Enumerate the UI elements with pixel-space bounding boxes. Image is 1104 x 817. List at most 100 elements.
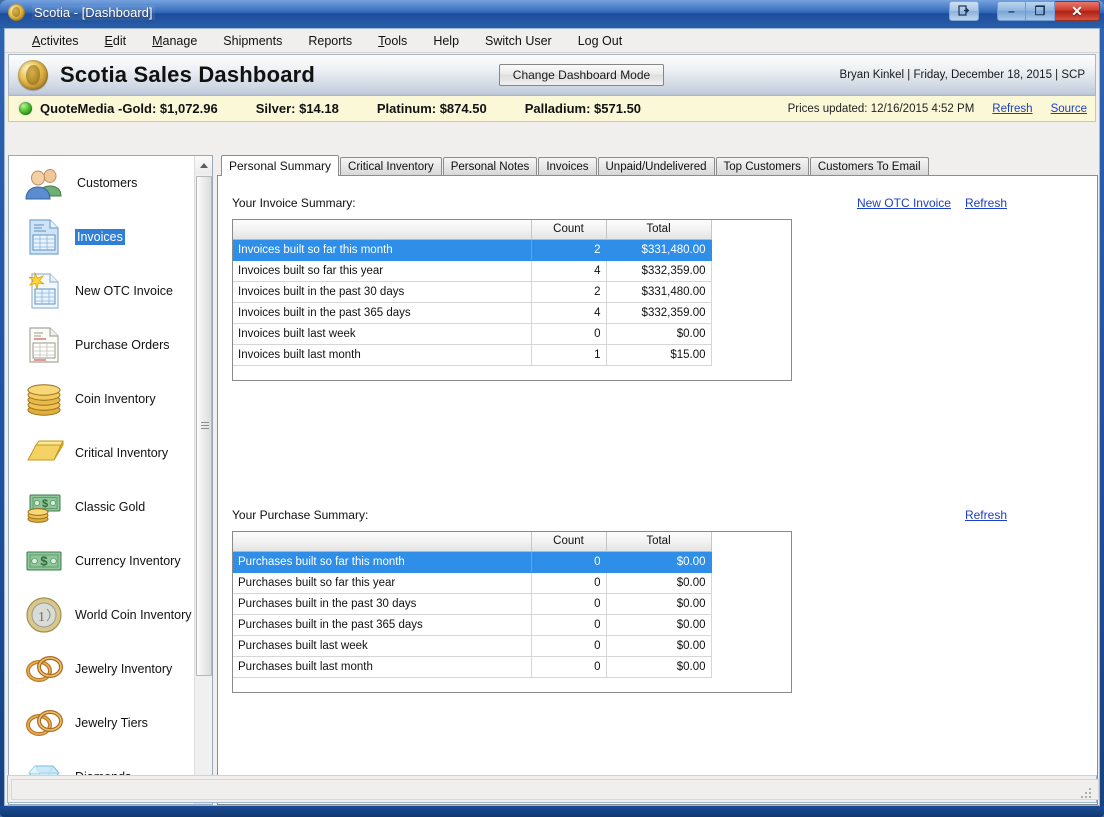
- purchase-order-icon: [23, 324, 65, 366]
- sidebar-item-jewelry-tiers[interactable]: Jewelry Tiers: [9, 696, 192, 750]
- navigation-sidebar: Customers Invoices New OTC Invoice Purch…: [8, 155, 213, 805]
- table-row[interactable]: Purchases built last week 0 $0.00: [233, 635, 712, 657]
- client-area: Activites Edit Manage Shipments Reports …: [4, 28, 1100, 806]
- main-panel: Personal Summary Critical Inventory Pers…: [217, 155, 1098, 805]
- sidebar-item-invoices[interactable]: Invoices: [9, 210, 192, 264]
- menu-activites-label: ctivites: [40, 33, 79, 48]
- sidebar-item-label: Jewelry Tiers: [75, 716, 148, 730]
- tab-panel-personal-summary: Your Invoice Summary: New OTC Invoice Re…: [217, 175, 1098, 805]
- maximize-button[interactable]: ❐: [1026, 1, 1055, 21]
- sidebar-item-label: World Coin Inventory: [75, 608, 192, 622]
- invoice-summary-links: New OTC Invoice Refresh: [857, 196, 1007, 210]
- row-count: 4: [531, 260, 607, 282]
- new-otc-invoice-link[interactable]: New OTC Invoice: [857, 196, 951, 210]
- col-header-count: Count: [531, 220, 607, 240]
- table-row[interactable]: Invoices built so far this month 2 $331,…: [233, 239, 712, 261]
- invoice-summary-table: Count Total Invoices built so far this m…: [233, 220, 712, 366]
- status-bar: [7, 775, 1099, 803]
- menu-log-out[interactable]: Log Out: [565, 31, 635, 51]
- menu-reports[interactable]: Reports: [295, 31, 365, 51]
- row-total: $0.00: [606, 593, 712, 615]
- purchase-summary-heading: Your Purchase Summary:: [232, 508, 369, 522]
- row-total: $0.00: [606, 656, 712, 678]
- table-row[interactable]: Purchases built so far this year 0 $0.00: [233, 572, 712, 594]
- minimize-button[interactable]: –: [997, 1, 1026, 21]
- green-status-led: [19, 102, 32, 115]
- row-label: Invoices built last week: [233, 323, 532, 345]
- purchase-summary-table: Count Total Purchases built so far this …: [233, 532, 712, 678]
- table-row[interactable]: Invoices built last week 0 $0.00: [233, 323, 712, 345]
- menu-help[interactable]: Help: [420, 31, 472, 51]
- menu-manage-label: anage: [162, 33, 198, 48]
- tab-invoices[interactable]: Invoices: [538, 157, 597, 176]
- row-label: Invoices built so far this month: [233, 239, 532, 261]
- table-row[interactable]: Purchases built in the past 365 days 0 $…: [233, 614, 712, 636]
- purchase-refresh-link[interactable]: Refresh: [965, 508, 1007, 522]
- metals-price-ticker: QuoteMedia - Gold: $1,072.96 Silver: $14…: [8, 96, 1096, 122]
- tab-unpaid-undelivered[interactable]: Unpaid/Undelivered: [597, 157, 715, 176]
- row-label: Purchases built so far this month: [233, 551, 532, 573]
- svg-text:$: $: [40, 554, 48, 569]
- sidebar-item-jewelry-inventory[interactable]: Jewelry Inventory: [9, 642, 192, 696]
- row-label: Invoices built so far this year: [233, 260, 532, 282]
- menu-edit[interactable]: Edit: [92, 31, 140, 51]
- table-row[interactable]: Purchases built in the past 30 days 0 $0…: [233, 593, 712, 615]
- sidebar-item-classic-gold[interactable]: $ Classic Gold: [9, 480, 192, 534]
- row-label: Purchases built last week: [233, 635, 532, 657]
- menu-tools[interactable]: Tools: [365, 31, 420, 51]
- title-bar: Scotia - [Dashboard] – ❐ ✕: [0, 0, 1104, 28]
- sidebar-vertical-scrollbar[interactable]: [194, 156, 212, 804]
- table-row[interactable]: Invoices built in the past 365 days 4 $3…: [233, 302, 712, 324]
- change-dashboard-mode-button[interactable]: Change Dashboard Mode: [499, 64, 664, 86]
- tab-personal-summary[interactable]: Personal Summary: [221, 155, 340, 176]
- table-row[interactable]: Purchases built last month 0 $0.00: [233, 656, 712, 678]
- ticker-source-label: QuoteMedia -: [40, 101, 123, 116]
- sidebar-item-customers[interactable]: Customers: [9, 156, 192, 210]
- gold-coin-logo: [18, 60, 48, 90]
- menu-shipments[interactable]: Shipments: [210, 31, 295, 51]
- tab-personal-notes[interactable]: Personal Notes: [442, 157, 538, 176]
- sidebar-item-purchase-orders[interactable]: Purchase Orders: [9, 318, 192, 372]
- tab-critical-inventory[interactable]: Critical Inventory: [340, 157, 442, 176]
- scrollbar-thumb[interactable]: [196, 176, 212, 676]
- menu-edit-label: dit: [112, 33, 127, 48]
- invoice-document-icon: [23, 216, 65, 258]
- ticker-gold: Gold: $1,072.96: [122, 101, 218, 116]
- ticker-refresh-link[interactable]: Refresh: [992, 103, 1032, 115]
- tab-customers-to-email[interactable]: Customers To Email: [809, 157, 929, 176]
- rings-icon: [23, 648, 65, 690]
- tab-top-customers[interactable]: Top Customers: [715, 157, 809, 176]
- row-count: 0: [531, 593, 607, 615]
- restore-document-icon[interactable]: [949, 1, 979, 21]
- gold-bar-icon: [23, 432, 65, 474]
- table-row[interactable]: Purchases built so far this month 0 $0.0…: [233, 551, 712, 573]
- close-button[interactable]: ✕: [1055, 1, 1100, 21]
- invoice-refresh-link[interactable]: Refresh: [965, 196, 1007, 210]
- sidebar-item-critical-inventory[interactable]: Critical Inventory: [9, 426, 192, 480]
- sidebar-item-label: Customers: [77, 176, 138, 190]
- application-window: Scotia - [Dashboard] – ❐ ✕ Activites Edi…: [0, 0, 1104, 817]
- sidebar-item-label: Currency Inventory: [75, 554, 181, 568]
- resize-grip-icon[interactable]: [1081, 788, 1093, 800]
- sidebar-item-world-coin-inventory[interactable]: 1 World Coin Inventory: [9, 588, 192, 642]
- table-row[interactable]: Invoices built last month 1 $15.00: [233, 344, 712, 366]
- sidebar-item-currency-inventory[interactable]: $ Currency Inventory: [9, 534, 192, 588]
- row-count: 2: [531, 281, 607, 303]
- row-count: 0: [531, 614, 607, 636]
- banknote-icon: $: [23, 540, 65, 582]
- body-split: Customers Invoices New OTC Invoice Purch…: [8, 155, 1098, 805]
- title-bar-left: Scotia - [Dashboard]: [8, 4, 155, 21]
- row-count: 4: [531, 302, 607, 324]
- sidebar-item-coin-inventory[interactable]: Coin Inventory: [9, 372, 192, 426]
- menu-manage[interactable]: Manage: [139, 31, 210, 51]
- menu-activites[interactable]: Activites: [19, 31, 92, 51]
- sidebar-item-label: Critical Inventory: [75, 446, 169, 460]
- table-row[interactable]: Invoices built in the past 30 days 2 $33…: [233, 281, 712, 303]
- menu-switch-user[interactable]: Switch User: [472, 31, 565, 51]
- table-row[interactable]: Invoices built so far this year 4 $332,3…: [233, 260, 712, 282]
- scroll-up-arrow-icon[interactable]: [195, 156, 212, 174]
- sidebar-item-label: Classic Gold: [75, 500, 146, 514]
- sidebar-item-new-otc-invoice[interactable]: New OTC Invoice: [9, 264, 192, 318]
- row-count: 2: [531, 239, 607, 261]
- ticker-source-link[interactable]: Source: [1051, 103, 1087, 115]
